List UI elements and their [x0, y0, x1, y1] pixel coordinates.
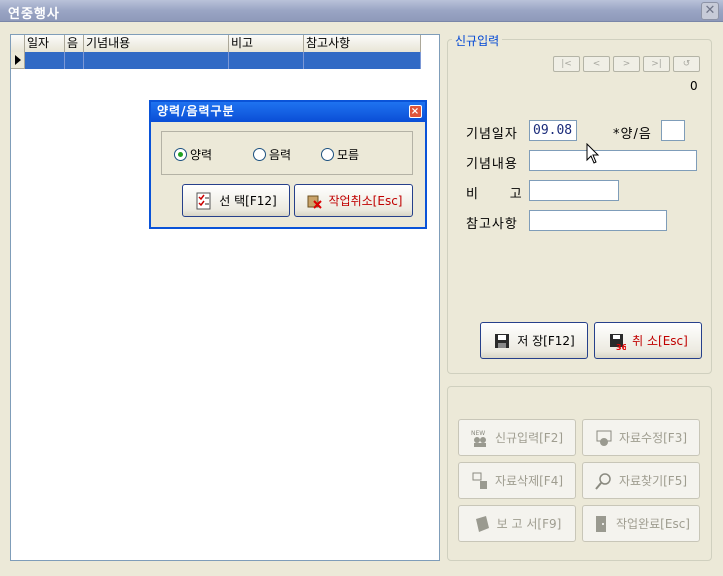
new-entry-label: 신규입력[F2]	[494, 431, 564, 445]
grid-corner	[11, 35, 25, 52]
exit-door-icon	[596, 515, 607, 532]
radio-solar-label: 양력	[190, 148, 213, 162]
radio-lunar-label: 음력	[269, 148, 292, 162]
col-header-date[interactable]: 일자	[25, 35, 65, 52]
report-book-icon	[475, 515, 489, 532]
cancel-disk-icon: 36	[610, 333, 626, 350]
row-indicator-icon	[11, 52, 25, 69]
edit-tools-icon	[596, 430, 612, 446]
lunar-label: *양/음	[613, 127, 652, 142]
svg-text:36: 36	[616, 343, 626, 350]
content-label: 기념내용	[466, 157, 518, 172]
floppy-disk-icon	[495, 333, 510, 348]
nav-refresh-button[interactable]: ↺	[673, 56, 700, 72]
remark-label: 비 고	[466, 187, 523, 202]
record-counter: 0	[690, 79, 698, 93]
entry-group-legend: 신규입력	[452, 32, 503, 49]
nav-last-button[interactable]: >|	[643, 56, 670, 72]
radio-unknown[interactable]: 모름	[321, 146, 359, 163]
radio-checked-icon	[174, 148, 187, 161]
cancel-button[interactable]: 36 취 소[Esc]	[594, 322, 702, 359]
window-title: 연중행사	[8, 7, 60, 22]
table-cell[interactable]	[25, 52, 65, 69]
table-row[interactable]	[11, 52, 421, 69]
delete-button[interactable]: 자료삭제[F4]	[458, 462, 576, 499]
lunar-select-dialog: 양력/음력구분 × 양력 음력 모름 선 택[F12] 작업취소[Esc]	[149, 100, 427, 229]
trash-icon	[472, 472, 487, 489]
dialog-title: 양력/음력구분	[157, 104, 235, 118]
radio-solar[interactable]: 양력	[174, 146, 212, 163]
mouse-cursor-icon	[586, 143, 600, 164]
edit-button[interactable]: 자료수정[F3]	[582, 419, 700, 456]
cancel-task-icon	[307, 195, 322, 209]
remark-field[interactable]	[529, 180, 619, 201]
window-close-button[interactable]: ✕	[701, 2, 719, 20]
save-button-label: 저 장[F12]	[517, 334, 575, 348]
magnifier-icon	[595, 472, 611, 490]
report-label: 보 고 서[F9]	[496, 517, 562, 531]
col-header-reference[interactable]: 참고사항	[304, 35, 421, 52]
nav-next-button[interactable]: >	[613, 56, 640, 72]
new-entry-button[interactable]: NEW 신규입력[F2]	[458, 419, 576, 456]
dialog-cancel-label: 작업취소[Esc]	[328, 194, 403, 208]
calendar-type-group: 양력 음력 모름	[161, 131, 413, 175]
save-button[interactable]: 저 장[F12]	[480, 322, 588, 359]
new-user-icon: NEW	[471, 430, 486, 447]
report-button[interactable]: 보 고 서[F9]	[458, 505, 576, 542]
radio-lunar[interactable]: 음력	[253, 146, 291, 163]
grid-header: 일자 음 기념내용 비고 참고사항	[11, 35, 421, 52]
dialog-title-bar: 양력/음력구분 ×	[151, 102, 425, 122]
table-cell[interactable]	[84, 52, 229, 69]
content-field[interactable]	[529, 150, 697, 171]
table-cell[interactable]	[304, 52, 421, 69]
nav-first-button[interactable]: |<	[553, 56, 580, 72]
reference-field[interactable]	[529, 210, 667, 231]
dialog-cancel-button[interactable]: 작업취소[Esc]	[294, 184, 413, 217]
edit-label: 자료수정[F3]	[618, 431, 688, 445]
find-label: 자료찾기[F5]	[618, 474, 688, 488]
checklist-icon	[196, 192, 211, 209]
cancel-button-label: 취 소[Esc]	[632, 334, 688, 348]
radio-unknown-label: 모름	[337, 148, 360, 162]
delete-label: 자료삭제[F4]	[494, 474, 564, 488]
select-button-label: 선 택[F12]	[219, 194, 277, 208]
done-button[interactable]: 작업완료[Esc]	[582, 505, 700, 542]
radio-unchecked-icon	[321, 148, 334, 161]
col-header-content[interactable]: 기념내용	[84, 35, 229, 52]
date-field[interactable]: 09.08	[529, 120, 577, 141]
date-label: 기념일자	[466, 127, 518, 142]
nav-prev-button[interactable]: <	[583, 56, 610, 72]
table-cell[interactable]	[65, 52, 84, 69]
table-cell[interactable]	[229, 52, 304, 69]
done-label: 작업완료[Esc]	[616, 517, 690, 531]
col-header-remark[interactable]: 비고	[229, 35, 304, 52]
dialog-close-button[interactable]: ×	[409, 105, 422, 118]
radio-unchecked-icon	[253, 148, 266, 161]
svg-text:NEW: NEW	[471, 430, 485, 437]
find-button[interactable]: 자료찾기[F5]	[582, 462, 700, 499]
col-header-lunar[interactable]: 음	[65, 35, 84, 52]
reference-label: 참고사항	[466, 217, 518, 232]
lunar-field[interactable]	[661, 120, 685, 141]
select-button[interactable]: 선 택[F12]	[182, 184, 290, 217]
title-bar: 연중행사 ✕	[0, 0, 723, 22]
